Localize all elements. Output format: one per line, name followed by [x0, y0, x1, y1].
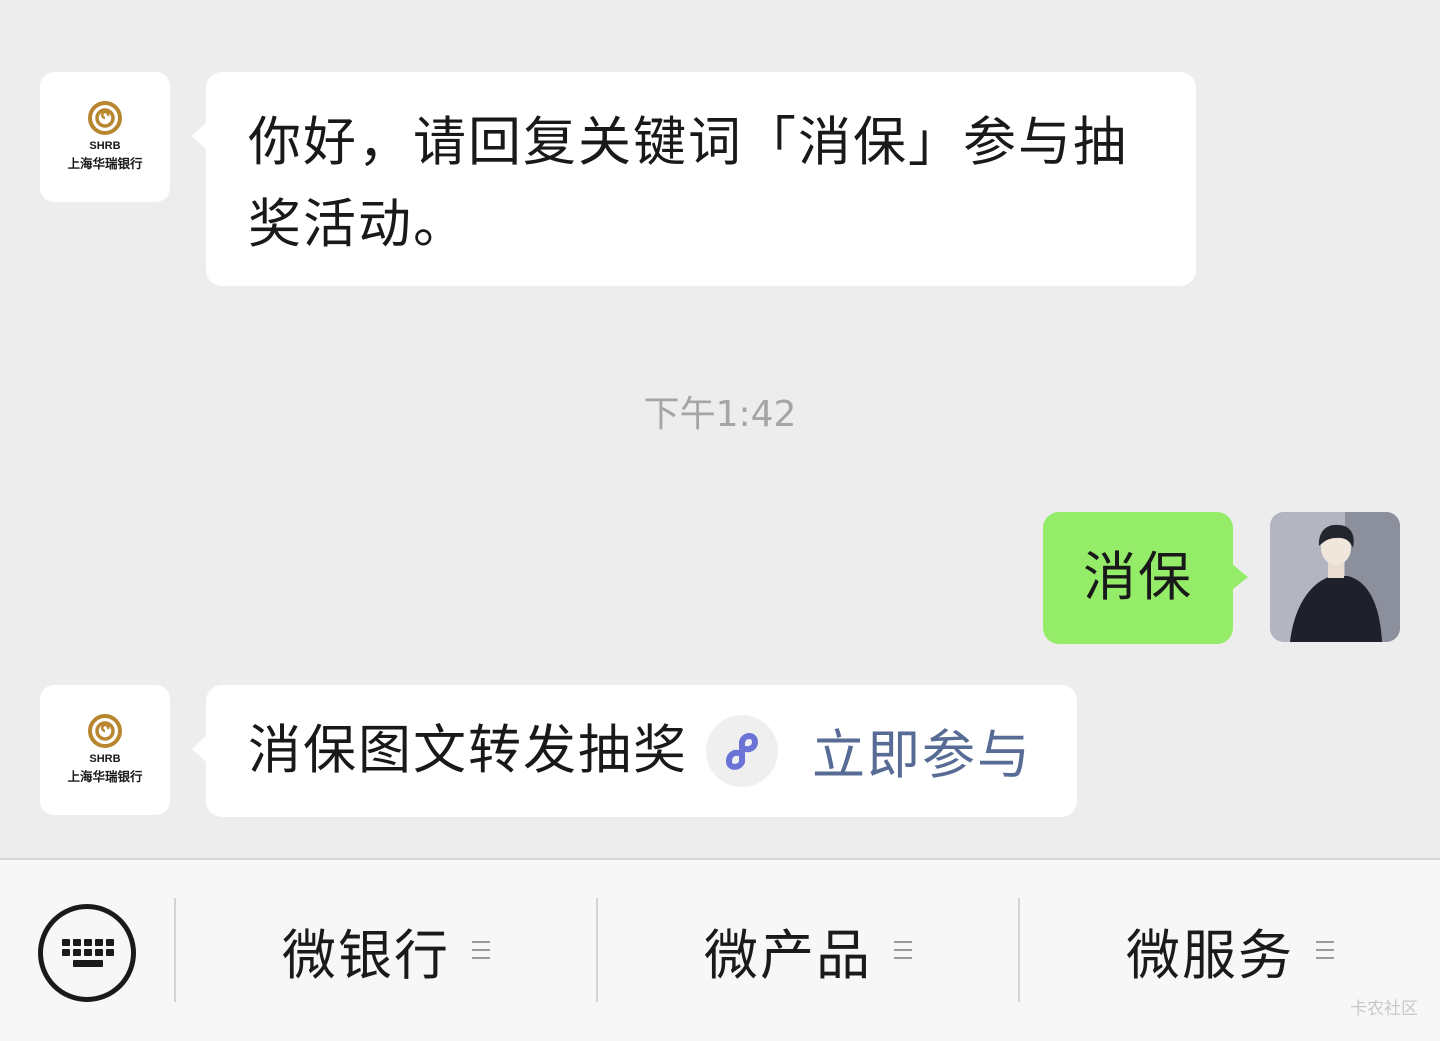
message-line-2: 奖活动。: [248, 194, 468, 255]
bank-avatar[interactable]: SHRB 上海华瑞银行: [40, 72, 170, 202]
bank-name: 上海华瑞银行: [67, 769, 143, 784]
watermark: 卡农社区: [1350, 999, 1418, 1019]
link-message-text: 消保图文转发抽奖: [248, 720, 688, 781]
mini-program-icon[interactable]: [706, 715, 778, 787]
bank-link-message-bubble[interactable]: 消保图文转发抽奖 立即参与: [192, 685, 1077, 817]
user-message-text: 消保: [1083, 547, 1193, 608]
user-avatar-photo: [1270, 512, 1400, 642]
bank-message-bubble[interactable]: 你好，请回复关键词「消保」参与抽 奖活动。: [192, 72, 1196, 286]
message-line-1: 你好，请回复关键词「消保」参与抽: [248, 112, 1128, 173]
submenu-icon: [472, 941, 490, 959]
bank-logo-icon: SHRB 上海华瑞银行: [67, 101, 143, 171]
user-avatar[interactable]: [1270, 512, 1400, 642]
bank-abbr: SHRB: [89, 140, 120, 152]
menu-item-label: 微银行: [282, 923, 450, 987]
menu-item-wei-services[interactable]: 微服务: [1020, 900, 1440, 1000]
official-account-menu: 微银行 微产品 微服务 卡农社区: [0, 858, 1440, 1041]
menu-item-wei-bank[interactable]: 微银行: [176, 900, 596, 1000]
menu-item-label: 微产品: [704, 923, 872, 987]
bank-avatar[interactable]: SHRB 上海华瑞银行: [40, 685, 170, 815]
menu-item-label: 微服务: [1126, 923, 1294, 987]
bank-name: 上海华瑞银行: [67, 156, 143, 171]
bank-abbr: SHRB: [89, 753, 120, 765]
submenu-icon: [894, 941, 912, 959]
submenu-icon: [1316, 941, 1334, 959]
bank-logo-icon: SHRB 上海华瑞银行: [67, 714, 143, 784]
timestamp: 下午1:42: [643, 394, 797, 435]
menu-item-wei-products[interactable]: 微产品: [598, 900, 1018, 1000]
join-now-link[interactable]: 立即参与: [812, 713, 1032, 789]
user-message-bubble[interactable]: 消保: [1043, 512, 1248, 644]
keyboard-icon[interactable]: [38, 904, 136, 1002]
